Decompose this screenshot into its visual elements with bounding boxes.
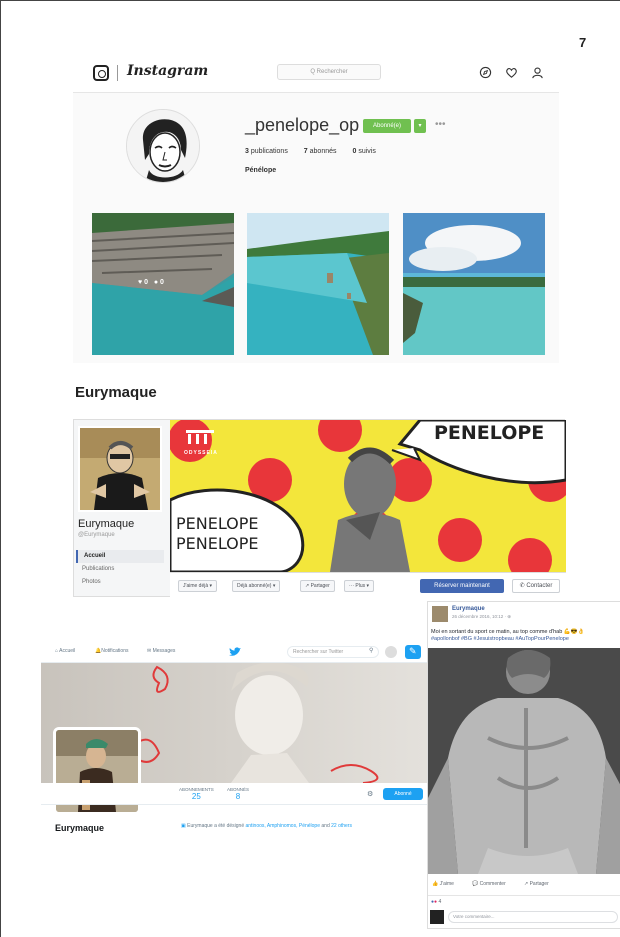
followers-links[interactable]: antinoos, Amphinomos, Pénélope [246,823,321,829]
comment-icon: ● [153,279,159,286]
love-icon: ● [434,899,438,905]
post-date: 26 décembre 2016, 10:12 · ⊕ [452,614,512,619]
comment-box: Votre commentaire... [430,910,618,924]
post-text: Moi en sortant du sport ce matin, au top… [431,629,585,642]
like-action[interactable]: 👍 J'aime [432,881,454,887]
eurymaque-avatar-icon [80,428,160,510]
nav-item-publications[interactable]: Publications [76,563,164,576]
instagram-post-thumbnail[interactable]: ♥ 0 ● 0 [92,213,234,355]
nav-home[interactable]: ⌂ Accueil [55,648,75,654]
statue-back-photo [428,648,620,874]
profile-name: Eurymaque [55,823,105,833]
comment-input[interactable]: Votre commentaire... [448,911,618,923]
gear-icon[interactable]: ⚙ [367,790,373,798]
followers-stat[interactable]: 7 abonnés [304,148,337,155]
page-handle: @Eurymaque [78,532,115,538]
more-options-button[interactable]: ••• [435,119,446,131]
profile-stats: 3 publications 7 abonnés 0 suivis [245,148,390,155]
following-button[interactable]: Abonné(e) [363,119,411,133]
twitter-bird-icon[interactable] [229,647,241,657]
section-title: Eurymaque [75,384,157,401]
page-action-bar: J'aime déjà ▾ Déjà abonné(e) ▾ ↗ Partage… [170,572,566,598]
stat-followers[interactable]: ABONNÉS 8 [227,787,249,801]
search-input[interactable]: Q Rechercher [277,64,381,80]
more-button[interactable]: ··· Plus ▾ [344,580,375,592]
comment-action[interactable]: 💬 Commenter [472,881,506,887]
post-photo[interactable] [428,648,620,874]
following-stat[interactable]: 0 suivis [352,148,375,155]
username: _penelope_op [245,115,360,135]
cover-brand: ODYSSEIA [184,450,218,456]
instagram-header: Instagram Q Rechercher [73,53,559,93]
nav-notifications[interactable]: 🔔Notifications [95,648,128,654]
heart-icon[interactable] [505,66,518,79]
commenter-avatar [430,910,444,924]
like-button[interactable]: J'aime déjà ▾ [178,580,218,592]
cover-title-bubble: PENELOPE PENELOPE [176,514,259,553]
user-icon: ▣ [181,823,186,829]
display-name: Pénélope [245,167,277,174]
twitter-header: ⌂ Accueil 🔔Notifications ✉ Messages Rech… [41,641,427,663]
share-button[interactable]: ↗ Partager [300,580,335,592]
instagram-logo[interactable]: Instagram [127,63,208,79]
instagram-post-thumbnail[interactable] [403,213,545,355]
home-icon: ⌂ [55,648,59,654]
page-name: Eurymaque [78,518,135,530]
profile-icon[interactable] [531,66,544,79]
reactions-count[interactable]: ●● 4 [431,899,441,905]
post-author[interactable]: Eurymaque [452,606,485,612]
twitter-profile: ⌂ Accueil 🔔Notifications ✉ Messages Rech… [41,641,427,839]
contact-button[interactable]: ✆ Contacter [512,579,560,593]
profile-stats-bar: ABONNEMENTS 25 ABONNÉS 8 ⚙ Abonné [41,783,427,805]
others-link[interactable]: 22 others [331,823,352,829]
cover-title-top: PENELOPE [434,422,545,444]
compose-icon: ✎ [409,646,417,656]
page-nav: Accueil Publications Photos [76,550,164,589]
profile-picture[interactable] [78,426,162,512]
nav-item-accueil[interactable]: Accueil [76,550,164,563]
search-input[interactable]: Rechercher sur Twitter [287,646,379,658]
dropdown-arrow-icon[interactable]: ▾ [414,119,426,133]
following-button[interactable]: Abonné [383,788,423,800]
compose-tweet-button[interactable]: ✎ [405,645,421,659]
post-actions: 👍 J'aime 💬 Commenter ↗ Partager [428,874,620,896]
cover-photo: ODYSSEIA PENELOPE PENELOPE PENELOPE [170,420,566,572]
page-number: 7 [579,35,587,50]
share-action[interactable]: ↗ Partager [524,881,549,887]
facebook-post: Eurymaque 26 décembre 2016, 10:12 · ⊕ Mo… [427,601,620,929]
penelope-portrait-icon [127,110,199,182]
followed-by-text: ▣ Eurymaque a été désigné antinoos, Amph… [181,823,352,829]
instagram-post-thumbnail[interactable] [247,213,389,355]
nav-item-photos[interactable]: Photos [76,576,164,589]
search-icon[interactable]: ⚲ [369,647,373,654]
post-hashtags[interactable]: #apollonbof #BG #Jesuistropbeau #AuTopPo… [431,636,569,642]
header-divider [117,65,118,81]
photo-overlay: ♥ 0 ● 0 [138,279,164,286]
avatar[interactable] [126,109,200,183]
mail-icon: ✉ [147,648,152,654]
stat-following[interactable]: ABONNEMENTS 25 [179,787,214,801]
book-now-button[interactable]: Réserver maintenant [420,579,504,593]
facebook-page: Eurymaque @Eurymaque Accueil Publication… [73,419,566,598]
instagram-camera-icon[interactable] [93,65,109,81]
page: 7 Instagram Q Rechercher _penelope_op Ab… [0,0,620,937]
compass-icon[interactable] [479,66,492,79]
beach-photo [403,213,545,355]
heart-icon: ♥ [138,279,143,286]
author-avatar[interactable] [432,606,448,622]
posts-stat: 3 publications [245,148,288,155]
instagram-profile: Instagram Q Rechercher _penelope_op Abon… [73,53,559,363]
bay-photo [247,213,389,355]
profile-info: _penelope_op Abonné(e) ▾ ••• 3 publicati… [73,93,559,211]
nav-messages[interactable]: ✉ Messages [147,648,175,654]
subscribed-button[interactable]: Déjà abonné(e) ▾ [232,580,281,592]
avatar[interactable] [385,646,397,658]
